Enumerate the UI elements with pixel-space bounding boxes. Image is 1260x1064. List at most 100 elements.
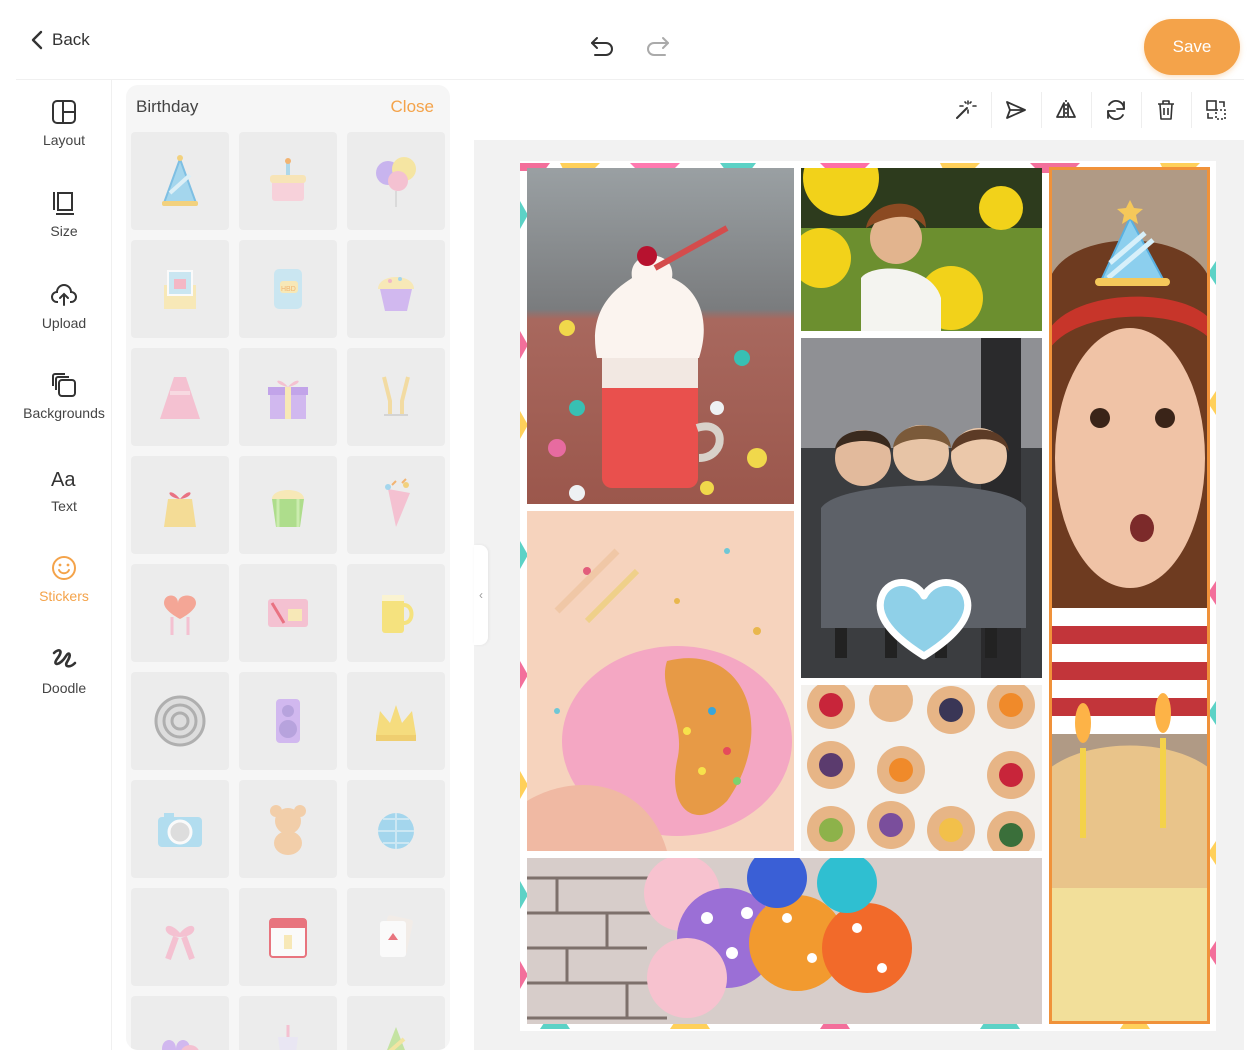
sticker-birthday-cake[interactable]: [239, 132, 337, 230]
rail-item-backgrounds[interactable]: Backgrounds: [16, 371, 112, 441]
replace-icon: [1206, 100, 1226, 120]
tool-rail: Layout Size Upload Backgrounds Aa Text S…: [16, 80, 112, 1050]
sticker-drink-cup[interactable]: [239, 996, 337, 1050]
sticker-teddy-bear[interactable]: [239, 780, 337, 878]
sticker-target[interactable]: [131, 672, 229, 770]
rail-label: Size: [50, 223, 78, 239]
canvas-area: ‹: [474, 80, 1244, 1050]
sticker-cupcake[interactable]: [347, 240, 445, 338]
sticker-party-popper[interactable]: [347, 456, 445, 554]
cupcake-icon: [378, 277, 414, 311]
sticker-playing-cards[interactable]: [347, 888, 445, 986]
size-icon: [53, 192, 74, 215]
rail-item-text[interactable]: Aa Text: [16, 464, 112, 534]
undo-icon[interactable]: [588, 32, 616, 60]
delete-button[interactable]: [1150, 94, 1182, 126]
replace-button[interactable]: [1200, 94, 1232, 126]
collapse-panel-handle[interactable]: ‹: [474, 545, 488, 645]
party-hat-green-icon: [387, 1027, 406, 1050]
balloons-icon: [376, 157, 416, 207]
flip-icon: [1056, 100, 1076, 120]
svg-text:HBD: HBD: [281, 286, 296, 293]
save-button[interactable]: Save: [1144, 19, 1240, 75]
balloons-photo[interactable]: [527, 858, 1042, 1024]
magic-wand-button[interactable]: [949, 94, 981, 126]
sticker-camera[interactable]: [131, 780, 229, 878]
popcorn-bucket-icon: [272, 490, 304, 527]
target-icon: [154, 695, 206, 747]
playing-cards-icon: [380, 915, 413, 957]
magic-wand-icon: [956, 100, 977, 119]
beer-mug-icon: [382, 595, 414, 633]
redo-icon[interactable]: [644, 32, 672, 60]
teddy-bear-icon: [270, 805, 306, 855]
rail-label: Stickers: [39, 588, 89, 604]
rail-item-layout[interactable]: Layout: [16, 98, 112, 168]
sticker-speaker[interactable]: [239, 672, 337, 770]
sticker-pink-dress[interactable]: [131, 348, 229, 446]
rail-item-upload[interactable]: Upload: [16, 281, 112, 351]
rail-label: Layout: [42, 132, 86, 148]
tarts-photo[interactable]: [801, 685, 1042, 851]
sticker-party-hat[interactable]: [131, 132, 229, 230]
crown-icon: [376, 705, 416, 741]
toddler-balloons-photo[interactable]: [801, 168, 1042, 331]
sticker-heart-candy[interactable]: [131, 996, 229, 1050]
rail-label: Text: [51, 498, 77, 514]
sticker-heart-lollipops[interactable]: [131, 564, 229, 662]
sticker-crown[interactable]: [347, 672, 445, 770]
sticker-calendar[interactable]: [239, 888, 337, 986]
send-button[interactable]: [1000, 94, 1032, 126]
sticker-party-hat-green[interactable]: [347, 996, 445, 1050]
champagne-glasses-icon: [382, 376, 410, 416]
gift-box-icon: [268, 380, 308, 419]
close-panel-button[interactable]: Close: [391, 97, 434, 117]
send-icon: [1006, 101, 1026, 119]
sticker-balloons[interactable]: [347, 132, 445, 230]
collage-canvas[interactable]: [520, 161, 1216, 1031]
sticker-champagne-glasses[interactable]: [347, 348, 445, 446]
bow-bag-icon: [164, 492, 196, 527]
sticker-disco-ball[interactable]: [347, 780, 445, 878]
sticker-gift-box[interactable]: [239, 348, 337, 446]
sticker-gift-card[interactable]: [239, 564, 337, 662]
sticker-hbd-phone[interactable]: HBD: [239, 240, 337, 338]
doodle-icon: [52, 649, 77, 668]
candle-blowing-photo[interactable]: [1049, 167, 1210, 1024]
rail-label: Doodle: [41, 680, 87, 696]
rail-item-size[interactable]: Size: [16, 189, 112, 259]
donut-photo[interactable]: [527, 511, 794, 851]
layout-icon: [52, 100, 76, 124]
back-label: Back: [52, 30, 90, 49]
sticker-beer-mug[interactable]: [347, 564, 445, 662]
sticker-panel-header: Birthday Close: [126, 85, 450, 129]
rail-label: Upload: [41, 315, 87, 331]
rail-item-stickers[interactable]: Stickers: [16, 554, 112, 624]
heart-sticker[interactable]: [874, 576, 974, 661]
back-button[interactable]: Back: [30, 30, 90, 50]
upload-icon: [51, 284, 77, 306]
sticker-popcorn-bucket[interactable]: [239, 456, 337, 554]
flip-button[interactable]: [1050, 94, 1082, 126]
heart-candy-icon: [162, 1040, 199, 1050]
pink-dress-icon: [160, 377, 200, 419]
sticker-ribbon-bow[interactable]: [131, 888, 229, 986]
collage-editor: Back Save Layout Size Upload Backgrounds…: [16, 0, 1244, 1050]
stickers-icon: [52, 556, 76, 580]
sticker-panel: Birthday Close HBD: [126, 85, 450, 1050]
party-popper-icon: [385, 478, 410, 527]
text-icon: Aa: [51, 469, 76, 491]
milkshake-photo[interactable]: [527, 168, 794, 504]
camera-icon: [158, 813, 202, 847]
speaker-icon: [276, 699, 300, 743]
rotate-button[interactable]: [1100, 94, 1132, 126]
rotate-icon: [1107, 99, 1125, 121]
sticker-bow-bag[interactable]: [131, 456, 229, 554]
rail-item-doodle[interactable]: Doodle: [16, 646, 112, 716]
sticker-card-envelope[interactable]: [131, 240, 229, 338]
ribbon-bow-icon: [165, 925, 195, 961]
calendar-icon: [269, 918, 307, 958]
top-bar: Back Save: [16, 0, 1244, 80]
chevron-left-icon: ‹: [479, 588, 483, 602]
heart-lollipops-icon: [164, 595, 196, 635]
